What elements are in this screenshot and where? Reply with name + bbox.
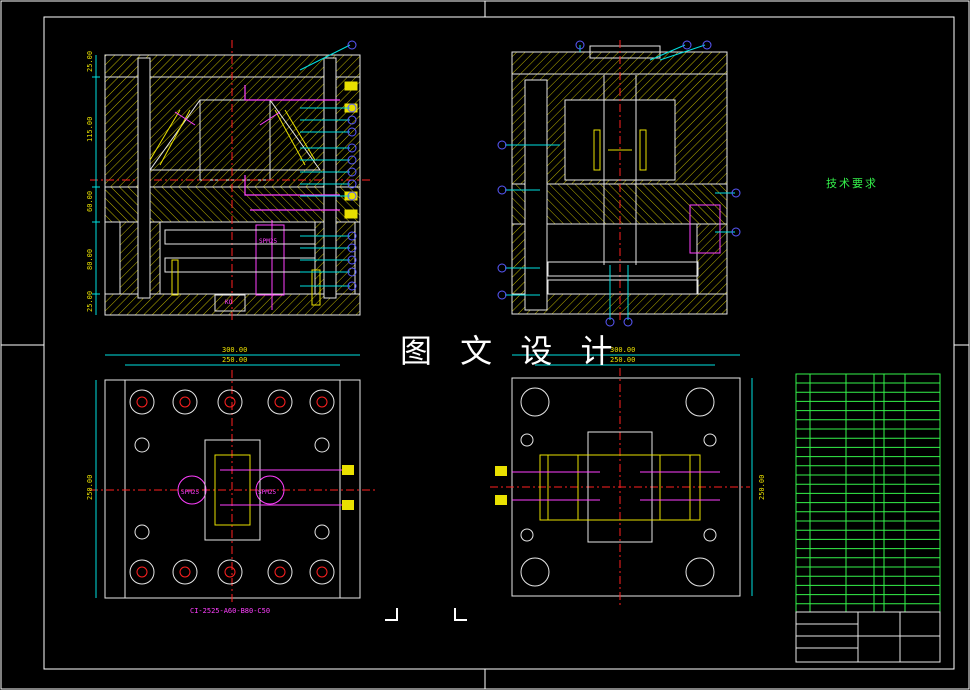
spacer-label-right: SPM25 bbox=[258, 489, 276, 496]
watermark-text: 图 文 设 计 bbox=[400, 332, 622, 370]
spacer-label-section: SPM25 bbox=[259, 238, 277, 245]
title-block bbox=[795, 611, 941, 663]
insert-label: KO bbox=[225, 299, 233, 306]
left-top-view: 300.00 250.00 250.00 bbox=[86, 346, 375, 605]
tech-requirements-title: 技术要求 bbox=[826, 177, 878, 190]
mold-code: CI-2525-A60-B80-C50 bbox=[190, 607, 270, 615]
dim-left-height: 250.00 bbox=[86, 475, 94, 500]
dim-section-5: 25.00 bbox=[86, 291, 94, 312]
dim-right-height: 250.00 bbox=[758, 475, 766, 500]
dim-left-inner-width: 250.00 bbox=[222, 356, 247, 364]
corner-mark-icon bbox=[385, 608, 467, 621]
dim-section-4: 80.00 bbox=[86, 249, 94, 270]
dim-section-2: 115.00 bbox=[86, 117, 94, 142]
parts-list-table bbox=[795, 373, 941, 613]
dim-section-1: 25.00 bbox=[86, 51, 94, 72]
right-top-view: 300.00 250.00 250.00 bbox=[490, 346, 766, 605]
dim-left-outer-width: 300.00 bbox=[222, 346, 247, 354]
dim-section-3: 60.00 bbox=[86, 191, 94, 212]
spacer-label-left: SPM25 bbox=[181, 489, 199, 496]
right-section-view bbox=[497, 40, 741, 327]
left-section-view: 25.00 115.00 60.00 80.00 25.00 bbox=[86, 40, 370, 320]
